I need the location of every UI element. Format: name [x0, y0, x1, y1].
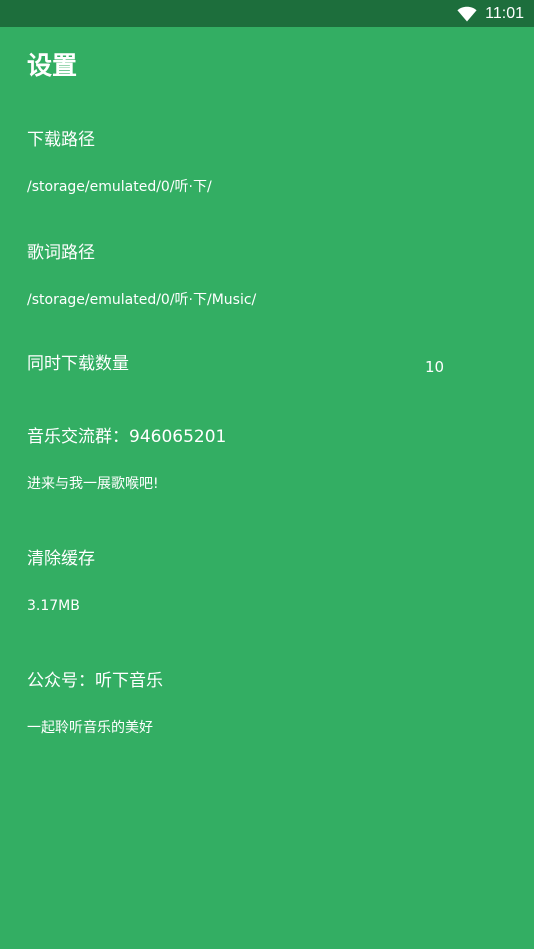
setting-title: 歌词路径 — [27, 243, 95, 263]
setting-title: 公众号：听下音乐 — [27, 671, 163, 691]
setting-official-account[interactable]: 公众号：听下音乐 一起聆听音乐的美好 — [27, 669, 534, 736]
setting-title: 下载路径 — [27, 130, 95, 150]
setting-music-group[interactable]: 音乐交流群：946065201 进来与我一展歌喉吧! — [27, 425, 534, 492]
setting-title: 清除缓存 — [27, 549, 95, 569]
setting-lyrics-path[interactable]: 歌词路径 /storage/emulated/0/听·下/Music/ — [27, 241, 534, 308]
status-bar: 11:01 — [0, 0, 534, 27]
status-icons: 11:01 — [457, 0, 524, 27]
wifi-icon — [457, 6, 477, 21]
page-title: 设置 — [27, 51, 78, 80]
setting-clear-cache[interactable]: 清除缓存 3.17MB — [27, 547, 534, 614]
setting-subtitle: 一起聆听音乐的美好 — [27, 720, 153, 736]
setting-concurrent-downloads[interactable]: 同时下载数量 10 — [27, 352, 534, 376]
setting-subtitle: /storage/emulated/0/听·下/ — [27, 179, 212, 195]
setting-subtitle: 3.17MB — [27, 598, 80, 614]
setting-value: 10 — [425, 358, 445, 376]
setting-subtitle: /storage/emulated/0/听·下/Music/ — [27, 292, 257, 308]
setting-subtitle: 进来与我一展歌喉吧! — [27, 476, 159, 492]
setting-download-path[interactable]: 下载路径 /storage/emulated/0/听·下/ — [27, 128, 534, 195]
setting-title: 同时下载数量 — [27, 354, 129, 374]
setting-title: 音乐交流群：946065201 — [27, 427, 227, 447]
status-clock: 11:01 — [485, 5, 524, 22]
